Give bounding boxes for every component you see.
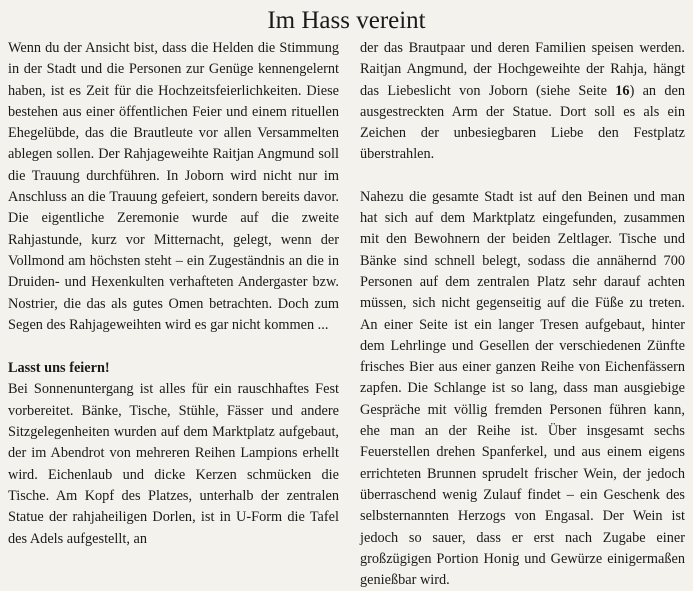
- page-title: Im Hass vereint: [267, 7, 426, 34]
- left-column: Wenn du der Ansicht bist, dass die Helde…: [8, 38, 339, 550]
- section-heading: Lasst uns feiern!: [8, 360, 110, 377]
- document-page: Im Hass vereint Wenn du der Ansicht bist…: [0, 0, 693, 588]
- right-column: der das Brautpaar und deren Familien spe…: [360, 38, 685, 591]
- intro-paragraph: Wenn du der Ansicht bist, dass die Helde…: [8, 40, 339, 333]
- marketplace-paragraph: Nahezu die gesamte Stadt ist auf den Bei…: [360, 188, 685, 589]
- page-reference: 16: [615, 82, 630, 99]
- continuation-paragraph: der das Brautpaar und deren Familien spe…: [360, 38, 685, 166]
